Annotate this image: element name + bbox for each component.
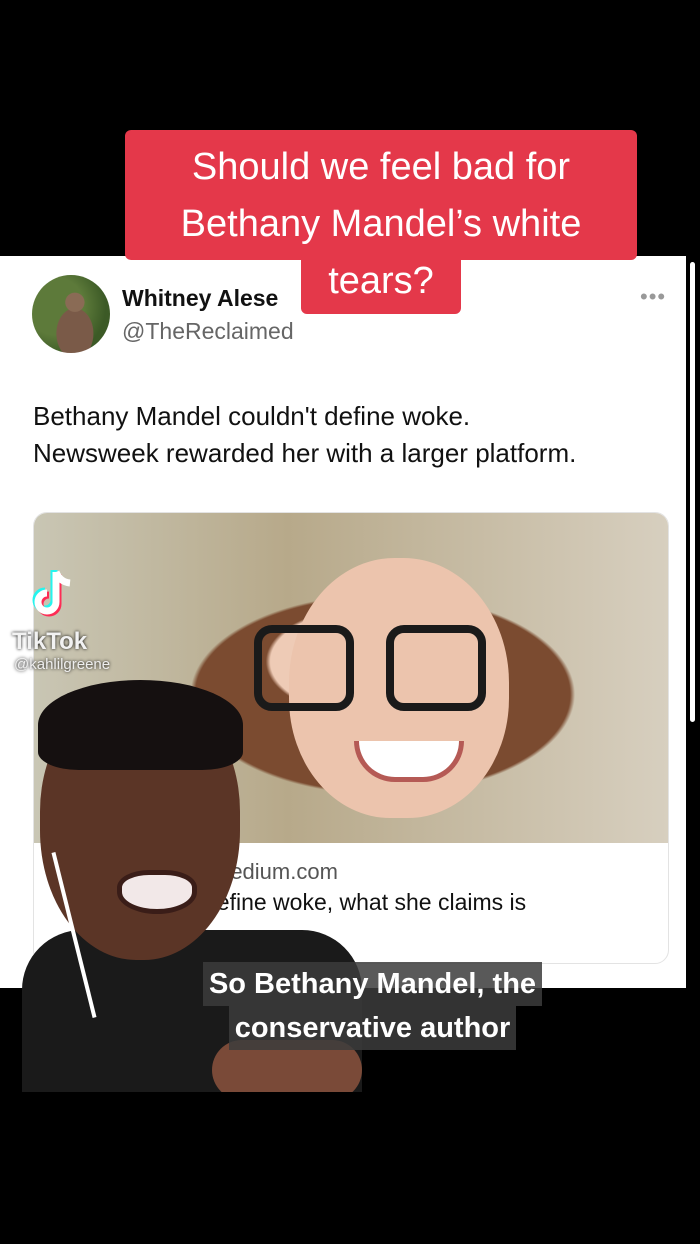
- mouth: [117, 870, 197, 914]
- caption-line-2: conservative author: [228, 1006, 517, 1050]
- tiktok-logo-icon: [32, 570, 71, 617]
- caption-line-1: So Bethany Mandel, the: [202, 962, 543, 1006]
- title-line-2: Bethany Mandel’s white: [180, 203, 582, 245]
- tweet-text-line-2: Newsweek rewarded her with a larger plat…: [33, 438, 577, 468]
- tiktok-brand: TikTok: [12, 628, 88, 655]
- tweet-text-line-1: Bethany Mandel couldn't define woke.: [33, 401, 471, 431]
- author-avatar[interactable]: [32, 275, 110, 353]
- video-caption: So Bethany Mandel, the conservative auth…: [175, 962, 570, 1050]
- glasses-right-lens: [386, 625, 486, 711]
- tiktok-username: @kahlilgreene: [14, 656, 111, 673]
- title-line-3: tears?: [328, 260, 434, 302]
- hair: [38, 680, 243, 770]
- scrollbar[interactable]: [690, 262, 695, 722]
- tweet-text: Bethany Mandel couldn't define woke. New…: [33, 398, 673, 472]
- title-line-1: Should we feel bad for: [191, 146, 571, 188]
- author-handle[interactable]: @TheReclaimed: [122, 318, 294, 345]
- author-name[interactable]: Whitney Alese: [122, 285, 278, 312]
- more-options-icon[interactable]: •••: [640, 284, 666, 310]
